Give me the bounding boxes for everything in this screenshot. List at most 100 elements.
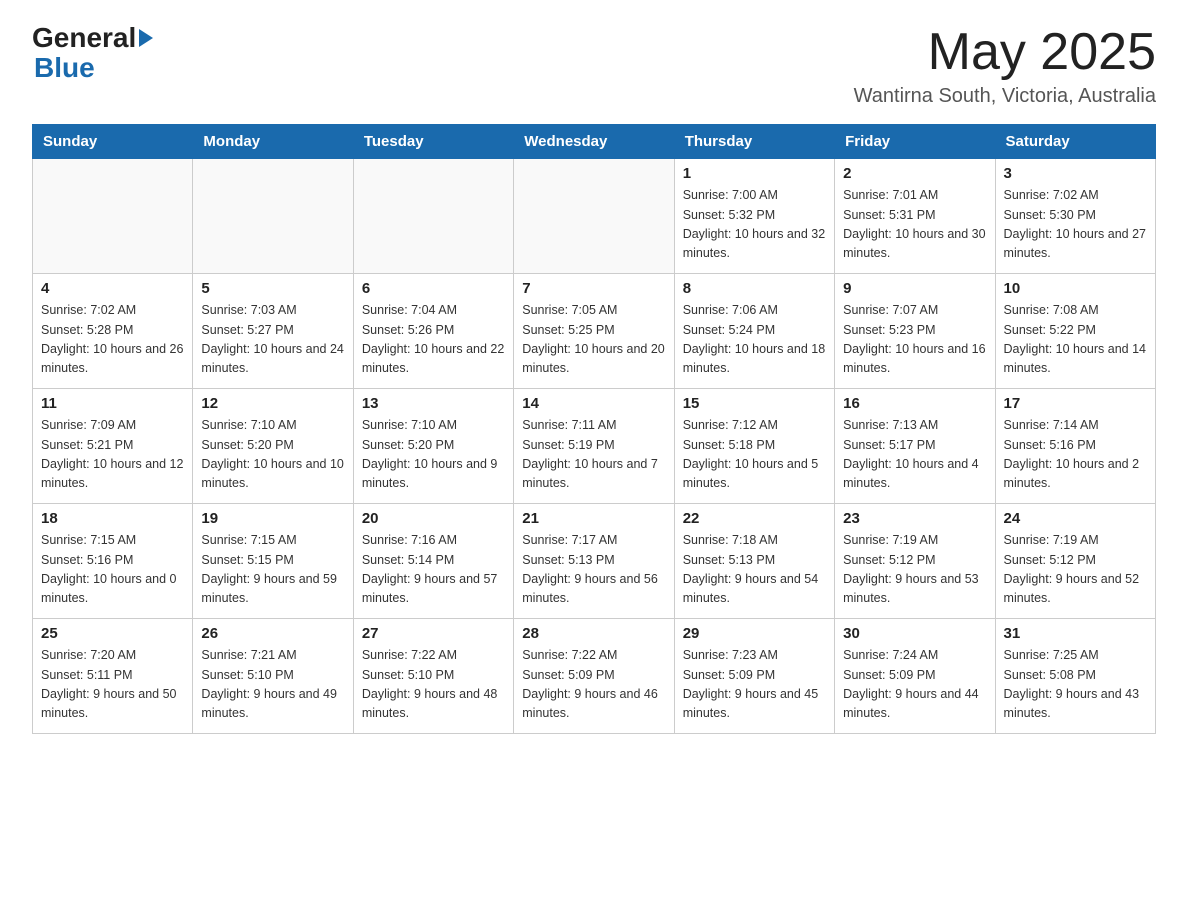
sun-info: Sunrise: 7:10 AM Sunset: 5:20 PM Dayligh… — [362, 416, 505, 494]
calendar-week-row: 4Sunrise: 7:02 AM Sunset: 5:28 PM Daylig… — [33, 274, 1156, 389]
sun-info: Sunrise: 7:12 AM Sunset: 5:18 PM Dayligh… — [683, 416, 826, 494]
calendar-cell: 2 Sunrise: 7:01 AM Sunset: 5:31 PM Daylig… — [835, 159, 995, 274]
location-text: Wantirna South, Victoria, Australia — [854, 85, 1156, 108]
calendar-cell: 12Sunrise: 7:10 AM Sunset: 5:20 PM Dayli… — [193, 389, 353, 504]
sun-info: Sunrise: 7:01 AM Sunset: 5:31 PM Dayligh… — [843, 186, 986, 264]
sun-info: Sunrise: 7:15 AM Sunset: 5:16 PM Dayligh… — [41, 531, 184, 609]
calendar-cell: 22 Sunrise: 7:18 AM Sunset: 5:13 PM Dayli… — [674, 504, 834, 619]
day-number: 19 — [201, 510, 344, 527]
day-number: 30 — [843, 625, 986, 642]
calendar-week-row: 1 Sunrise: 7:00 AM Sunset: 5:32 PM Daylig… — [33, 159, 1156, 274]
calendar-cell: 11 Sunrise: 7:09 AM Sunset: 5:21 PM Dayli… — [33, 389, 193, 504]
logo-general-text: General — [32, 24, 136, 52]
calendar-cell: 24Sunrise: 7:19 AM Sunset: 5:12 PM Dayli… — [995, 504, 1155, 619]
sun-info: Sunrise: 7:17 AM Sunset: 5:13 PM Dayligh… — [522, 531, 665, 609]
sun-info: Sunrise: 7:03 AM Sunset: 5:27 PM Dayligh… — [201, 301, 344, 379]
day-number: 7 — [522, 280, 665, 297]
calendar-cell: 13 Sunrise: 7:10 AM Sunset: 5:20 PM Dayli… — [353, 389, 513, 504]
title-block: May 2025 Wantirna South, Victoria, Austr… — [854, 24, 1156, 108]
calendar-cell: 19 Sunrise: 7:15 AM Sunset: 5:15 PM Dayli… — [193, 504, 353, 619]
sun-info: Sunrise: 7:00 AM Sunset: 5:32 PM Dayligh… — [683, 186, 826, 264]
calendar-cell: 30 Sunrise: 7:24 AM Sunset: 5:09 PM Dayli… — [835, 619, 995, 734]
calendar-cell: 31 Sunrise: 7:25 AM Sunset: 5:08 PM Dayli… — [995, 619, 1155, 734]
weekday-header-row: SundayMondayTuesdayWednesdayThursdayFrid… — [33, 125, 1156, 159]
sun-info: Sunrise: 7:22 AM Sunset: 5:10 PM Dayligh… — [362, 646, 505, 724]
calendar-week-row: 18 Sunrise: 7:15 AM Sunset: 5:16 PM Dayli… — [33, 504, 1156, 619]
day-number: 10 — [1004, 280, 1147, 297]
sun-info: Sunrise: 7:25 AM Sunset: 5:08 PM Dayligh… — [1004, 646, 1147, 724]
day-number: 25 — [41, 625, 184, 642]
page-header: General Blue May 2025 Wantirna South, Vi… — [32, 24, 1156, 108]
day-number: 5 — [201, 280, 344, 297]
day-number: 24 — [1004, 510, 1147, 527]
calendar-cell: 26 Sunrise: 7:21 AM Sunset: 5:10 PM Dayli… — [193, 619, 353, 734]
sun-info: Sunrise: 7:13 AM Sunset: 5:17 PM Dayligh… — [843, 416, 986, 494]
sun-info: Sunrise: 7:20 AM Sunset: 5:11 PM Dayligh… — [41, 646, 184, 724]
calendar-cell: 5 Sunrise: 7:03 AM Sunset: 5:27 PM Daylig… — [193, 274, 353, 389]
sun-info: Sunrise: 7:15 AM Sunset: 5:15 PM Dayligh… — [201, 531, 344, 609]
calendar-cell: 21 Sunrise: 7:17 AM Sunset: 5:13 PM Dayli… — [514, 504, 674, 619]
sun-info: Sunrise: 7:14 AM Sunset: 5:16 PM Dayligh… — [1004, 416, 1147, 494]
day-number: 13 — [362, 395, 505, 412]
sun-info: Sunrise: 7:02 AM Sunset: 5:30 PM Dayligh… — [1004, 186, 1147, 264]
calendar-cell: 14 Sunrise: 7:11 AM Sunset: 5:19 PM Dayli… — [514, 389, 674, 504]
day-number: 31 — [1004, 625, 1147, 642]
sun-info: Sunrise: 7:02 AM Sunset: 5:28 PM Dayligh… — [41, 301, 184, 379]
day-number: 29 — [683, 625, 826, 642]
weekday-header-thursday: Thursday — [674, 125, 834, 159]
logo: General Blue — [32, 24, 154, 84]
day-number: 18 — [41, 510, 184, 527]
calendar-cell: 4Sunrise: 7:02 AM Sunset: 5:28 PM Daylig… — [33, 274, 193, 389]
day-number: 20 — [362, 510, 505, 527]
day-number: 15 — [683, 395, 826, 412]
day-number: 23 — [843, 510, 986, 527]
day-number: 28 — [522, 625, 665, 642]
weekday-header-friday: Friday — [835, 125, 995, 159]
calendar-cell: 18 Sunrise: 7:15 AM Sunset: 5:16 PM Dayli… — [33, 504, 193, 619]
sun-info: Sunrise: 7:18 AM Sunset: 5:13 PM Dayligh… — [683, 531, 826, 609]
logo-line1: General — [32, 24, 154, 52]
calendar-week-row: 11 Sunrise: 7:09 AM Sunset: 5:21 PM Dayli… — [33, 389, 1156, 504]
weekday-header-monday: Monday — [193, 125, 353, 159]
calendar-cell: 9 Sunrise: 7:07 AM Sunset: 5:23 PM Daylig… — [835, 274, 995, 389]
calendar-cell: 28Sunrise: 7:22 AM Sunset: 5:09 PM Dayli… — [514, 619, 674, 734]
day-number: 22 — [683, 510, 826, 527]
calendar-cell: 1 Sunrise: 7:00 AM Sunset: 5:32 PM Daylig… — [674, 159, 834, 274]
calendar-cell — [33, 159, 193, 274]
day-number: 14 — [522, 395, 665, 412]
day-number: 9 — [843, 280, 986, 297]
sun-info: Sunrise: 7:08 AM Sunset: 5:22 PM Dayligh… — [1004, 301, 1147, 379]
calendar-cell — [193, 159, 353, 274]
day-number: 8 — [683, 280, 826, 297]
calendar-cell: 10 Sunrise: 7:08 AM Sunset: 5:22 PM Dayli… — [995, 274, 1155, 389]
day-number: 16 — [843, 395, 986, 412]
weekday-header-wednesday: Wednesday — [514, 125, 674, 159]
logo-blue-text: Blue — [34, 52, 154, 84]
sun-info: Sunrise: 7:21 AM Sunset: 5:10 PM Dayligh… — [201, 646, 344, 724]
calendar-cell: 17Sunrise: 7:14 AM Sunset: 5:16 PM Dayli… — [995, 389, 1155, 504]
sun-info: Sunrise: 7:16 AM Sunset: 5:14 PM Dayligh… — [362, 531, 505, 609]
weekday-header-tuesday: Tuesday — [353, 125, 513, 159]
sun-info: Sunrise: 7:19 AM Sunset: 5:12 PM Dayligh… — [843, 531, 986, 609]
calendar-cell: 7 Sunrise: 7:05 AM Sunset: 5:25 PM Daylig… — [514, 274, 674, 389]
calendar-cell — [514, 159, 674, 274]
day-number: 21 — [522, 510, 665, 527]
calendar-cell: 8Sunrise: 7:06 AM Sunset: 5:24 PM Daylig… — [674, 274, 834, 389]
day-number: 2 — [843, 165, 986, 182]
day-number: 1 — [683, 165, 826, 182]
calendar-cell: 15 Sunrise: 7:12 AM Sunset: 5:18 PM Dayli… — [674, 389, 834, 504]
sun-info: Sunrise: 7:11 AM Sunset: 5:19 PM Dayligh… — [522, 416, 665, 494]
day-number: 11 — [41, 395, 184, 412]
day-number: 26 — [201, 625, 344, 642]
day-number: 6 — [362, 280, 505, 297]
sun-info: Sunrise: 7:05 AM Sunset: 5:25 PM Dayligh… — [522, 301, 665, 379]
calendar-week-row: 25 Sunrise: 7:20 AM Sunset: 5:11 PM Dayli… — [33, 619, 1156, 734]
calendar-cell: 6Sunrise: 7:04 AM Sunset: 5:26 PM Daylig… — [353, 274, 513, 389]
calendar-table: SundayMondayTuesdayWednesdayThursdayFrid… — [32, 124, 1156, 734]
sun-info: Sunrise: 7:24 AM Sunset: 5:09 PM Dayligh… — [843, 646, 986, 724]
calendar-cell: 29Sunrise: 7:23 AM Sunset: 5:09 PM Dayli… — [674, 619, 834, 734]
sun-info: Sunrise: 7:07 AM Sunset: 5:23 PM Dayligh… — [843, 301, 986, 379]
calendar-cell: 25 Sunrise: 7:20 AM Sunset: 5:11 PM Dayli… — [33, 619, 193, 734]
sun-info: Sunrise: 7:09 AM Sunset: 5:21 PM Dayligh… — [41, 416, 184, 494]
logo-triangle-icon — [139, 29, 153, 47]
